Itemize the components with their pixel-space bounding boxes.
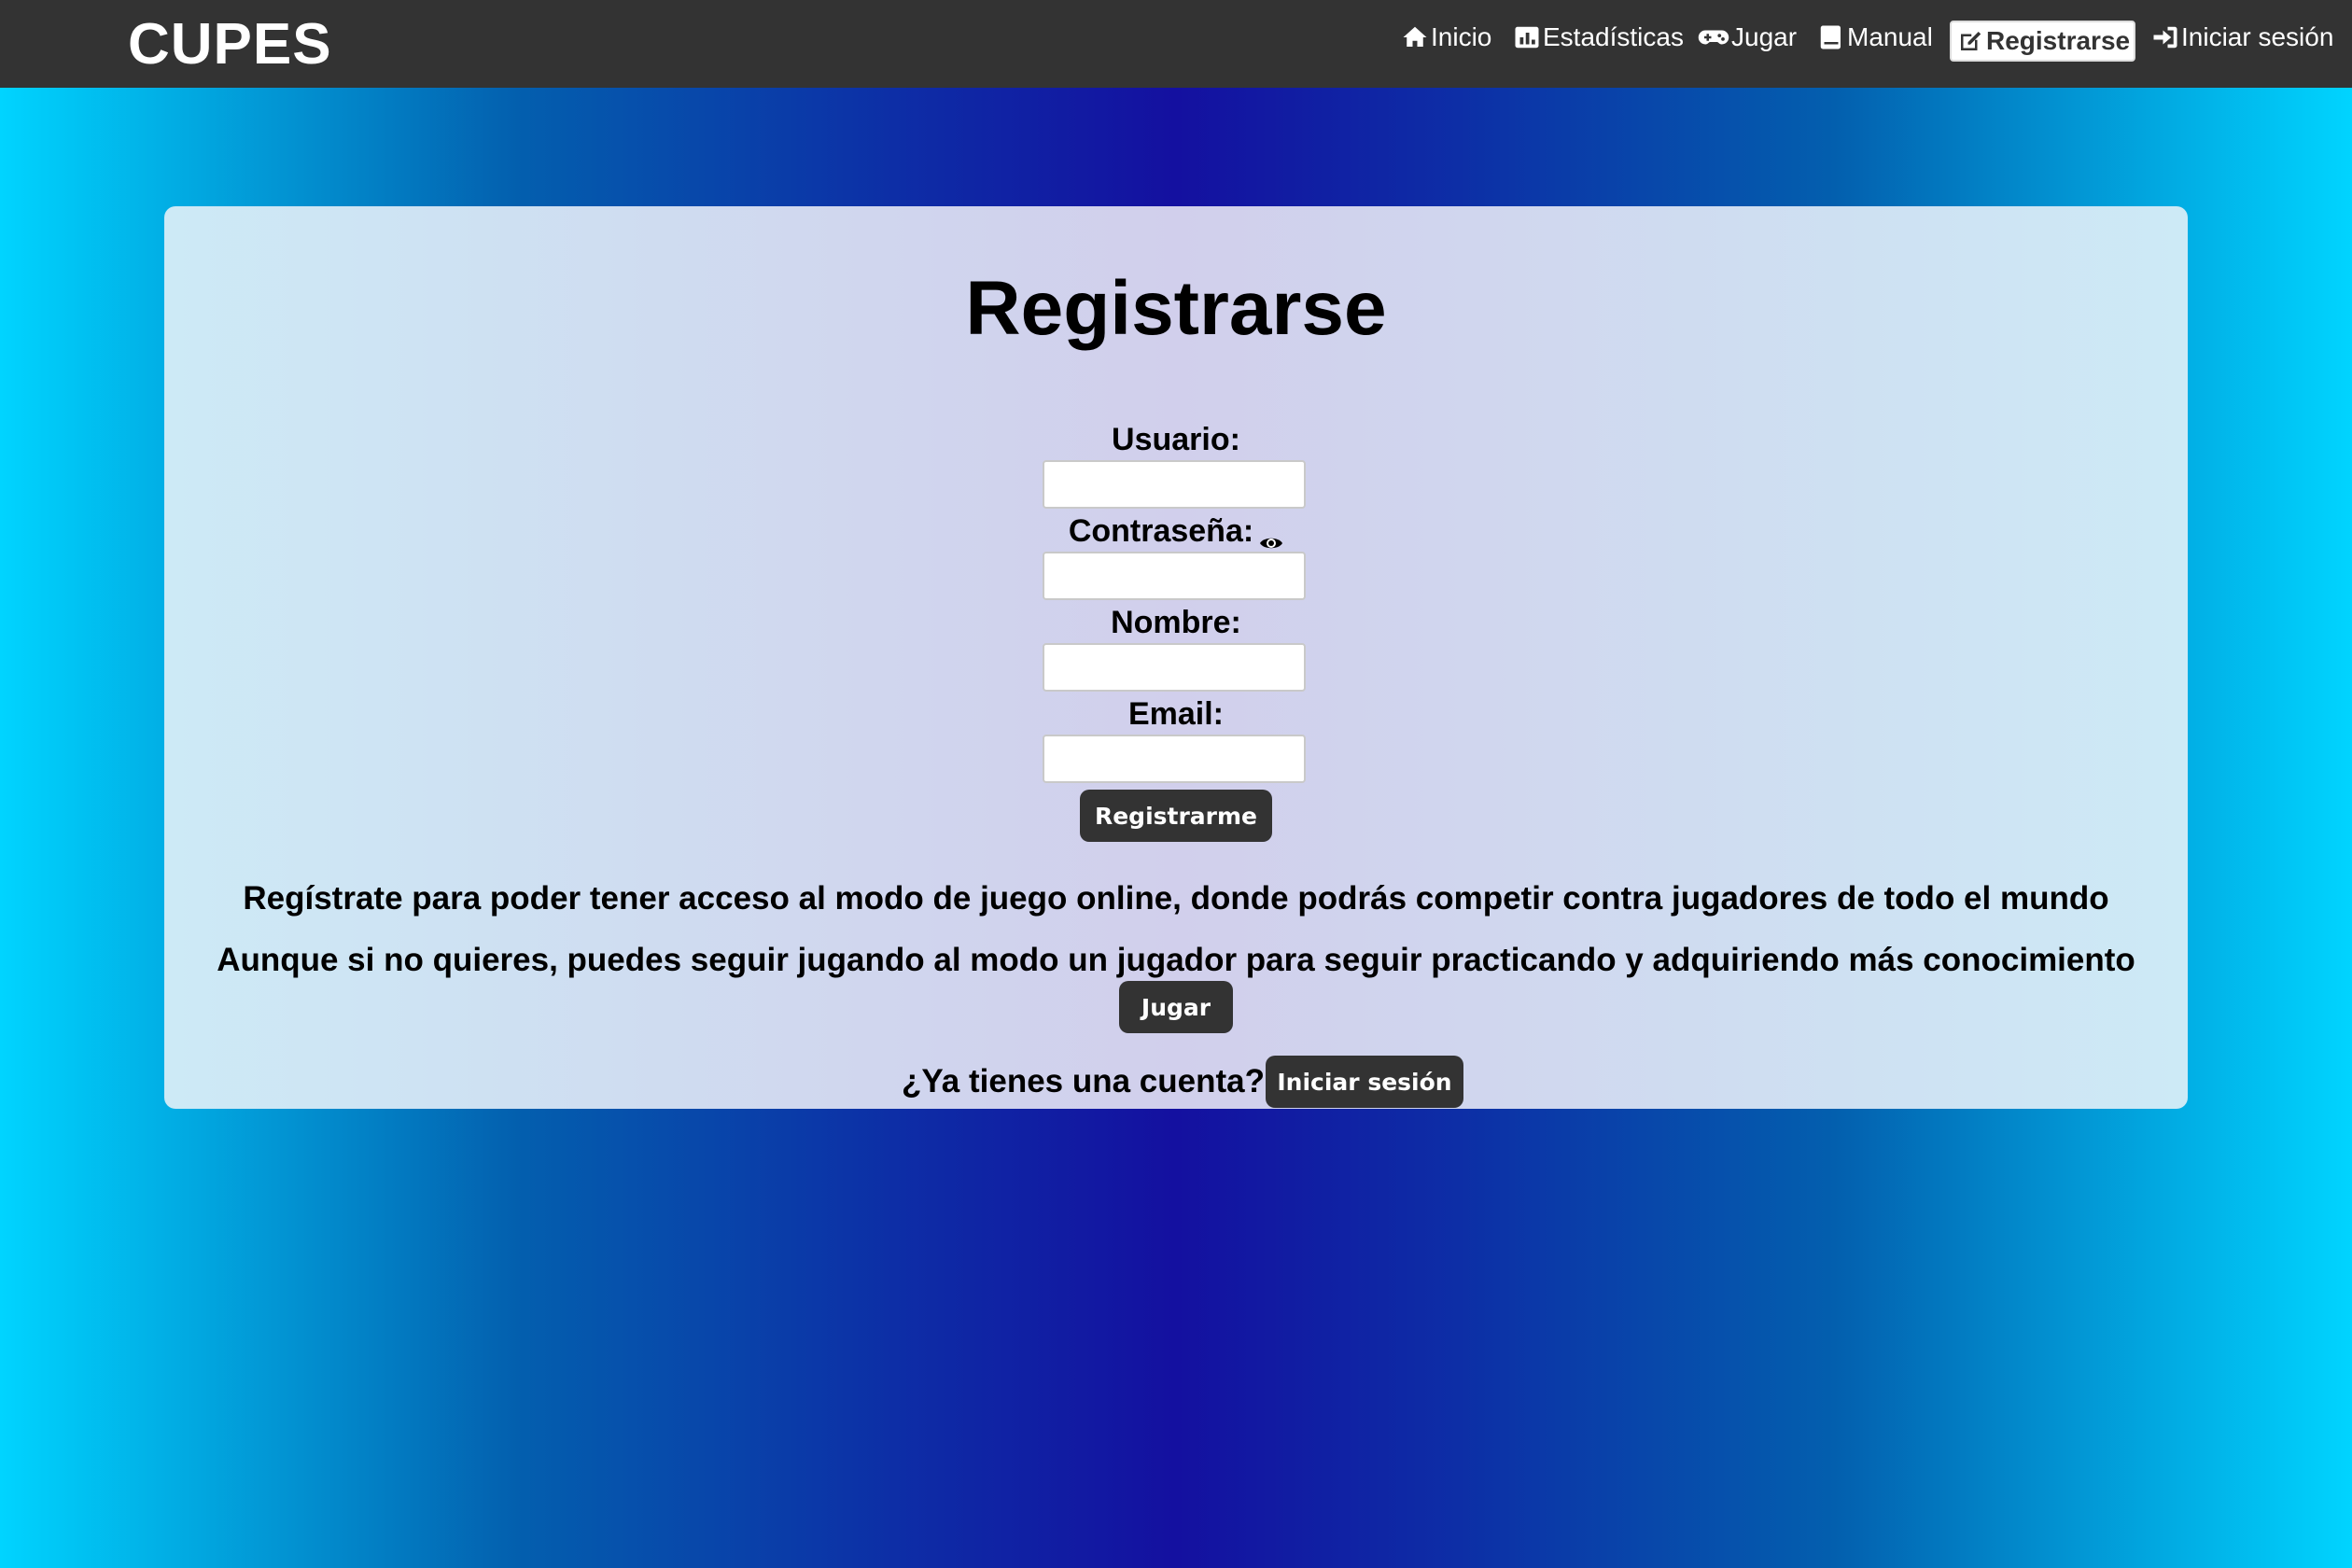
nav-item-estadisticas[interactable]: Estadísticas — [1512, 19, 1684, 56]
play-button[interactable]: Jugar — [1119, 981, 1233, 1033]
gamepad-icon — [1697, 22, 1730, 52]
book-icon — [1816, 22, 1846, 52]
sign-in-icon — [2150, 22, 2180, 52]
brand-logo[interactable]: CUPES — [128, 11, 332, 78]
username-input[interactable] — [1043, 460, 1306, 509]
name-label: Nombre: — [1111, 605, 1241, 640]
page-title: Registrarse — [965, 266, 1387, 351]
nav-item-label: Inicio — [1431, 22, 1492, 51]
info-singleplayer-text: Aunque si no quieres, puedes seguir juga… — [217, 942, 2135, 978]
edit-icon — [1955, 26, 1985, 56]
nav-item-iniciar-sesion[interactable]: Iniciar sesión — [2150, 19, 2333, 56]
nav-item-label: Registrarse — [1986, 26, 2131, 55]
register-submit-button[interactable]: Registrarme — [1080, 790, 1272, 842]
account-question: ¿Ya tienes una cuenta? — [902, 1063, 1265, 1099]
nav-item-label: Estadísticas — [1543, 22, 1684, 51]
nav-item-registrarse[interactable]: Registrarse — [1950, 21, 2136, 62]
password-input[interactable] — [1043, 552, 1306, 600]
chart-icon — [1512, 22, 1542, 52]
nav-item-jugar[interactable]: Jugar — [1697, 19, 1797, 56]
register-card: Registrarse Usuario: Contraseña: Nombre:… — [164, 206, 2188, 1109]
email-input[interactable] — [1043, 735, 1306, 783]
info-online-text: Regístrate para poder tener acceso al mo… — [243, 880, 2109, 917]
nav-item-label: Iniciar sesión — [2181, 22, 2334, 51]
password-label-row: Contraseña: — [164, 512, 2188, 550]
top-navbar: CUPES Inicio Estadísticas Jugar Manual R… — [0, 0, 2352, 88]
home-icon — [1400, 22, 1430, 52]
nav-item-inicio[interactable]: Inicio — [1400, 19, 1491, 56]
nav-item-label: Jugar — [1731, 22, 1798, 51]
nav-item-label: Manual — [1847, 22, 1933, 51]
account-row: ¿Ya tienes una cuenta? Iniciar sesión — [902, 1056, 1463, 1108]
nav-item-manual[interactable]: Manual — [1816, 19, 1933, 56]
username-label: Usuario: — [1112, 422, 1240, 457]
name-input[interactable] — [1043, 643, 1306, 692]
email-label: Email: — [1127, 696, 1225, 732]
password-label: Contraseña: — [1068, 513, 1254, 549]
login-button[interactable]: Iniciar sesión — [1266, 1056, 1463, 1108]
eye-icon[interactable] — [1259, 524, 1283, 549]
